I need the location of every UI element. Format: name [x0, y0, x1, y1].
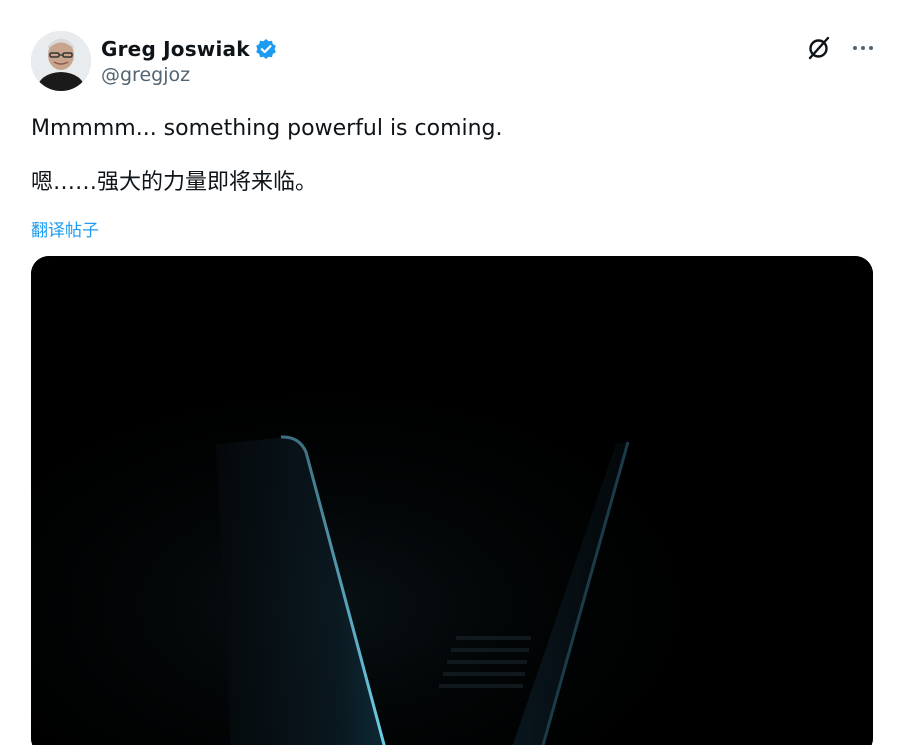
author-display-name[interactable]: Greg Joswiak — [101, 37, 250, 61]
more-horizontal-icon[interactable] — [850, 35, 876, 61]
teaser-image — [31, 256, 873, 745]
tweet-card: Greg Joswiak @gregjoz Mmmmm... something… — [0, 0, 907, 745]
grok-icon[interactable] — [806, 35, 832, 61]
avatar[interactable] — [31, 31, 91, 91]
verified-badge-icon[interactable] — [255, 38, 277, 60]
post-text-chinese: 嗯……强大的力量即将来临。 — [31, 170, 318, 195]
avatar-image — [31, 31, 91, 91]
author-info: Greg Joswiak @gregjoz — [101, 35, 277, 86]
post-media[interactable] — [31, 256, 873, 745]
translate-post-link[interactable]: 翻译帖子 — [31, 216, 99, 241]
name-row: Greg Joswiak — [101, 35, 277, 63]
header-actions — [806, 35, 876, 61]
post-text-english: Mmmmm... something powerful is coming. — [31, 116, 503, 141]
tweet-header: Greg Joswiak @gregjoz — [31, 31, 876, 93]
author-handle[interactable]: @gregjoz — [101, 64, 277, 86]
